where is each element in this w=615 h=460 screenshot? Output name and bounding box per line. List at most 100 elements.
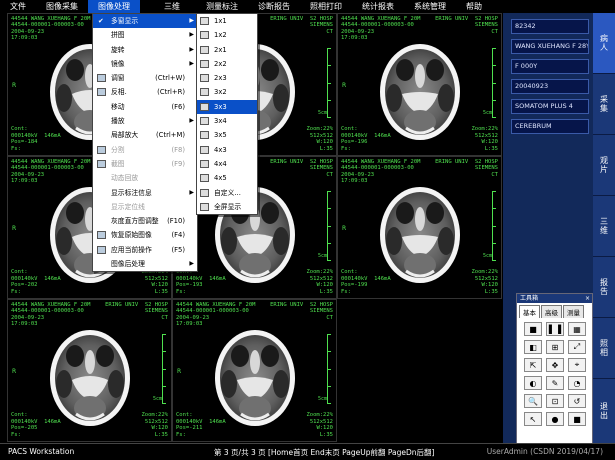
menu-item[interactable]: 移动 (F6) (93, 100, 197, 114)
menu-statistics[interactable]: 统计报表 (352, 0, 404, 13)
menu-item[interactable]: 灰度直方图调整 (F10) (93, 214, 197, 228)
layout-grid-icon[interactable]: ▦ (568, 322, 586, 336)
tab-view[interactable]: 观片 (593, 135, 615, 196)
menu-item[interactable]: 反相. (Ctrl+R) (93, 85, 197, 99)
pointer-icon[interactable]: ↖ (524, 412, 542, 426)
menu-item-label: 多窗显示 (111, 17, 139, 25)
image-processing-menu: ✔ 多窗显示 ▶ 拼图 ▶ 旋转 ▶ 镜像 ▶ 调窗 (Ctrl+W) 反相. (Ctrl+R) 移动 (F… (92, 13, 198, 273)
orientation-marker: R (12, 225, 17, 232)
layout-option[interactable]: 全屏显示 (197, 200, 257, 214)
toolbox-tabs: 基本 高级 测量 (519, 305, 590, 318)
layout-option[interactable]: 3x3 (197, 99, 257, 115)
layout-option[interactable]: 1x2 (197, 28, 257, 42)
layout-option[interactable]: 3x5 (197, 128, 257, 142)
expand-icon[interactable]: ⇱ (524, 358, 542, 372)
reset-icon[interactable]: ↺ (568, 394, 586, 408)
toolbox-tab-advanced[interactable]: 高级 (541, 305, 562, 318)
scale-label: 5cm (152, 396, 162, 402)
layout-option[interactable]: 1x1 (197, 14, 257, 28)
invert-icon[interactable]: ◔ (568, 376, 586, 390)
menu-item[interactable]: 分割 (F8) (93, 143, 197, 157)
tab-patient[interactable]: 病人 (593, 13, 615, 74)
image-cell[interactable]: 44544 WANG XUEHANG F 20M 44544-000001-00… (172, 299, 337, 442)
status-bar: PACS Workstation 第 3 页/共 3 页 [Home首页 End… (0, 443, 615, 460)
menu-item-label: 分割 (111, 145, 125, 154)
menu-item[interactable]: 播放 ▶ (93, 114, 197, 128)
menu-item[interactable]: 镜像 ▶ (93, 57, 197, 71)
tab-capture[interactable]: 采集 (593, 74, 615, 135)
menu-measure[interactable]: 测量标注 (196, 0, 248, 13)
pan-icon[interactable]: ✥ (546, 358, 564, 372)
image-cell[interactable]: 44544 WANG XUEHANG F 20M 44544-000001-00… (337, 13, 502, 156)
window-level-icon[interactable]: ◐ (524, 376, 542, 390)
tab-report[interactable]: 报告 (593, 257, 615, 318)
menu-item[interactable]: 截图 (F9) (93, 157, 197, 171)
menu-item[interactable]: 拼图 ▶ (93, 28, 197, 42)
layout-icon (200, 159, 209, 168)
menu-file[interactable]: 文件 (0, 0, 36, 13)
menu-item[interactable]: 动态回放 (93, 171, 197, 185)
layout-option[interactable]: 2x1 (197, 43, 257, 57)
menu-item[interactable]: 图像后处理 ▶ (93, 257, 197, 271)
menu-3d[interactable]: 三维 (154, 0, 190, 13)
menu-item[interactable]: 旋转 ▶ (93, 43, 197, 57)
tile-icon[interactable]: ⊞ (546, 340, 564, 354)
close-icon[interactable]: × (585, 294, 590, 303)
layout-icon (200, 88, 209, 97)
orientation-marker: R (177, 368, 182, 375)
overlay-bottom-right: Zoom:22% 512x512 W:120 L:35 (306, 269, 334, 295)
menu-item[interactable]: 显示定位线 (93, 200, 197, 214)
fit-icon[interactable]: ⤢ (568, 340, 586, 354)
toolbox: 工具箱 × 基本 高级 测量 ■ ▌▐ ▦ ◧ ⊞ ⤢ ⇱ ✥ ⌖ ◐ ✎ ◔ 🔍 ⊡ ↺ ↖ ● ■ (516, 293, 593, 445)
menu-print[interactable]: 照相打印 (300, 0, 352, 13)
layout-icon (200, 102, 209, 111)
image-cell[interactable]: 44544 WANG XUEHANG F 20M 44544-000001-00… (7, 299, 172, 442)
layout-option[interactable]: 自定义... (197, 186, 257, 200)
layout-1x2-icon[interactable]: ▌▐ (546, 322, 564, 336)
zoom-icon[interactable]: ⊡ (546, 394, 564, 408)
menu-system[interactable]: 系统管理 (404, 0, 456, 13)
menu-item[interactable]: 应用当前操作 (F5) (93, 243, 197, 257)
tab-3d[interactable]: 三维 (593, 196, 615, 257)
layout-option[interactable]: 4x4 (197, 157, 257, 171)
layout-option[interactable]: 4x5 (197, 171, 257, 185)
annotate-icon[interactable]: ✎ (546, 376, 564, 390)
layout-option[interactable]: 3x4 (197, 114, 257, 128)
menu-item[interactable]: ✔ 多窗显示 ▶ (93, 14, 197, 29)
tab-photo[interactable]: 照相 (593, 318, 615, 379)
overlay-bottom-left: Cont: 000140kV 146mA Pos=-202 Fs: (11, 269, 61, 295)
layout-option[interactable]: 2x3 (197, 71, 257, 85)
overlay-top-left: 44544 WANG XUEHANG F 20M 44544-000001-00… (341, 159, 421, 185)
toolbox-tab-basic[interactable]: 基本 (519, 305, 540, 318)
record-icon[interactable]: ● (546, 412, 564, 426)
menu-item[interactable]: 显示标注信息 ▶ (93, 186, 197, 200)
stop-icon[interactable]: ■ (568, 412, 586, 426)
menu-image-capture[interactable]: 图像采集 (36, 0, 88, 13)
tab-exit[interactable]: 退出 (593, 379, 615, 444)
layout-option-label: 3x5 (214, 131, 227, 140)
menu-image-processing[interactable]: 图像处理 (88, 0, 140, 13)
layout-option-label: 3x3 (214, 102, 227, 111)
toolbox-tab-measure[interactable]: 测量 (563, 305, 584, 318)
crosshair-icon[interactable]: ⌖ (568, 358, 586, 372)
menu-item[interactable]: 局部放大 (Ctrl+M) (93, 128, 197, 142)
menu-report[interactable]: 诊断报告 (248, 0, 300, 13)
menu-item[interactable]: 恢复原始图像 (F4) (93, 228, 197, 242)
layout-option[interactable]: 4x3 (197, 143, 257, 157)
device-name: SOMATOM PLUS 4 (511, 99, 589, 114)
menu-item[interactable]: 调窗 (Ctrl+W) (93, 71, 197, 85)
layout-option[interactable]: 2x2 (197, 57, 257, 71)
layout-option[interactable]: 3x2 (197, 85, 257, 99)
layout-1x1-icon[interactable]: ■ (524, 322, 542, 336)
patient-id: 82342 (511, 19, 589, 34)
patient-name: WANG XUEHANG F 28Y (511, 39, 589, 54)
series-icon[interactable]: ◧ (524, 340, 542, 354)
menu-help[interactable]: 帮助 (456, 0, 492, 13)
menu-item-label: 局部放大 (111, 131, 139, 140)
toolbox-title-text: 工具箱 (520, 295, 539, 302)
overlay-bottom-right: Zoom:22% 512x512 W:120 L:35 (471, 269, 499, 295)
menu-item-shortcut: (F9) (171, 159, 185, 168)
magnify-icon[interactable]: 🔍 (524, 394, 542, 408)
image-cell[interactable]: 44544 WANG XUEHANG F 20M 44544-000001-00… (337, 156, 502, 299)
menu-item-label: 应用当前操作 (111, 245, 152, 254)
